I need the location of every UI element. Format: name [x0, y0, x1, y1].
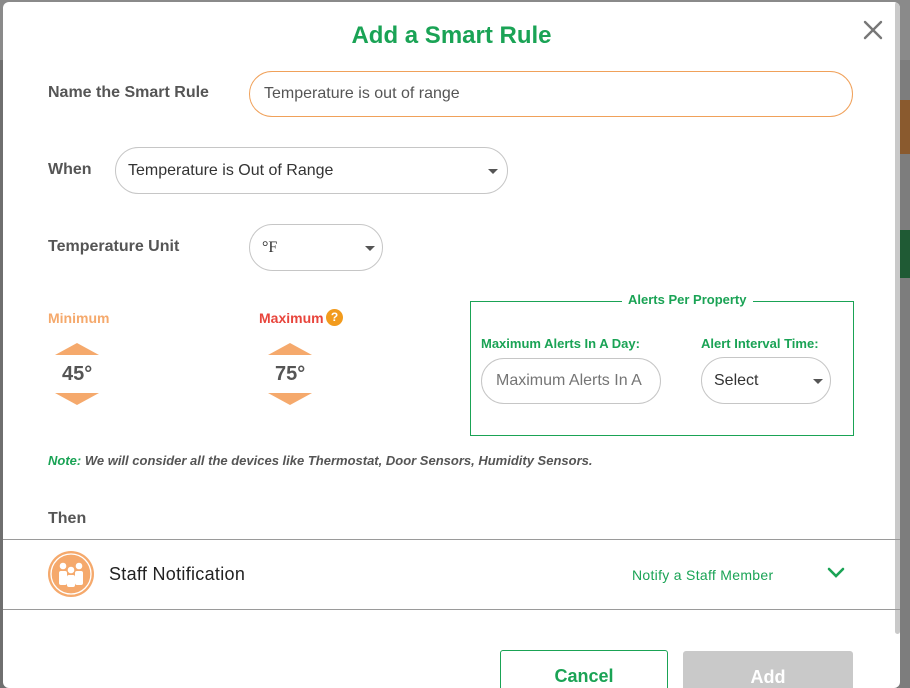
when-select[interactable]: Temperature is Out of Range — [115, 147, 508, 194]
max-alerts-label: Maximum Alerts In A Day: — [481, 336, 640, 351]
help-icon[interactable]: ? — [326, 309, 343, 326]
add-button[interactable]: Add — [683, 651, 853, 688]
temperature-unit-select[interactable]: °F — [249, 224, 383, 271]
rule-name-input[interactable] — [249, 71, 853, 117]
when-label: When — [48, 161, 92, 178]
staff-group-icon — [48, 551, 94, 597]
chevron-down-icon — [813, 378, 823, 384]
maximum-value: 75° — [275, 363, 306, 385]
max-alerts-input[interactable] — [481, 358, 661, 404]
add-smart-rule-modal: Add a Smart Rule Name the Smart Rule Whe… — [3, 2, 900, 688]
temperature-unit-value: °F — [262, 238, 278, 256]
chevron-down-icon — [488, 168, 498, 174]
note-text: Note: We will consider all the devices l… — [48, 453, 592, 468]
alert-interval-select[interactable]: Select — [701, 357, 831, 404]
minimum-value: 45° — [62, 363, 93, 385]
notify-staff-link[interactable]: Notify a Staff Member — [632, 567, 773, 583]
then-label: Then — [48, 510, 87, 527]
alerts-per-property-legend: Alerts Per Property — [622, 292, 753, 307]
close-icon[interactable] — [861, 18, 885, 42]
note-body: We will consider all the devices like Th… — [81, 453, 593, 468]
maximum-decrease-button[interactable] — [268, 393, 312, 405]
maximum-increase-button[interactable] — [268, 343, 312, 355]
when-select-value: Temperature is Out of Range — [128, 161, 334, 179]
staff-notification-label: Staff Notification — [109, 564, 246, 584]
minimum-label: Minimum — [48, 310, 110, 326]
note-prefix: Note: — [48, 453, 82, 468]
divider-top — [3, 539, 900, 540]
alert-interval-value: Select — [714, 371, 759, 389]
modal-title: Add a Smart Rule — [351, 22, 552, 49]
chevron-down-icon — [365, 245, 375, 251]
cancel-button[interactable]: Cancel — [500, 650, 668, 688]
maximum-label: Maximum — [259, 310, 324, 326]
chevron-down-icon[interactable] — [827, 567, 845, 579]
temperature-unit-label: Temperature Unit — [48, 238, 180, 255]
minimum-increase-button[interactable] — [55, 343, 99, 355]
minimum-decrease-button[interactable] — [55, 393, 99, 405]
divider-bottom — [3, 609, 900, 610]
alert-interval-label: Alert Interval Time: — [701, 336, 819, 351]
name-rule-label: Name the Smart Rule — [48, 84, 209, 101]
